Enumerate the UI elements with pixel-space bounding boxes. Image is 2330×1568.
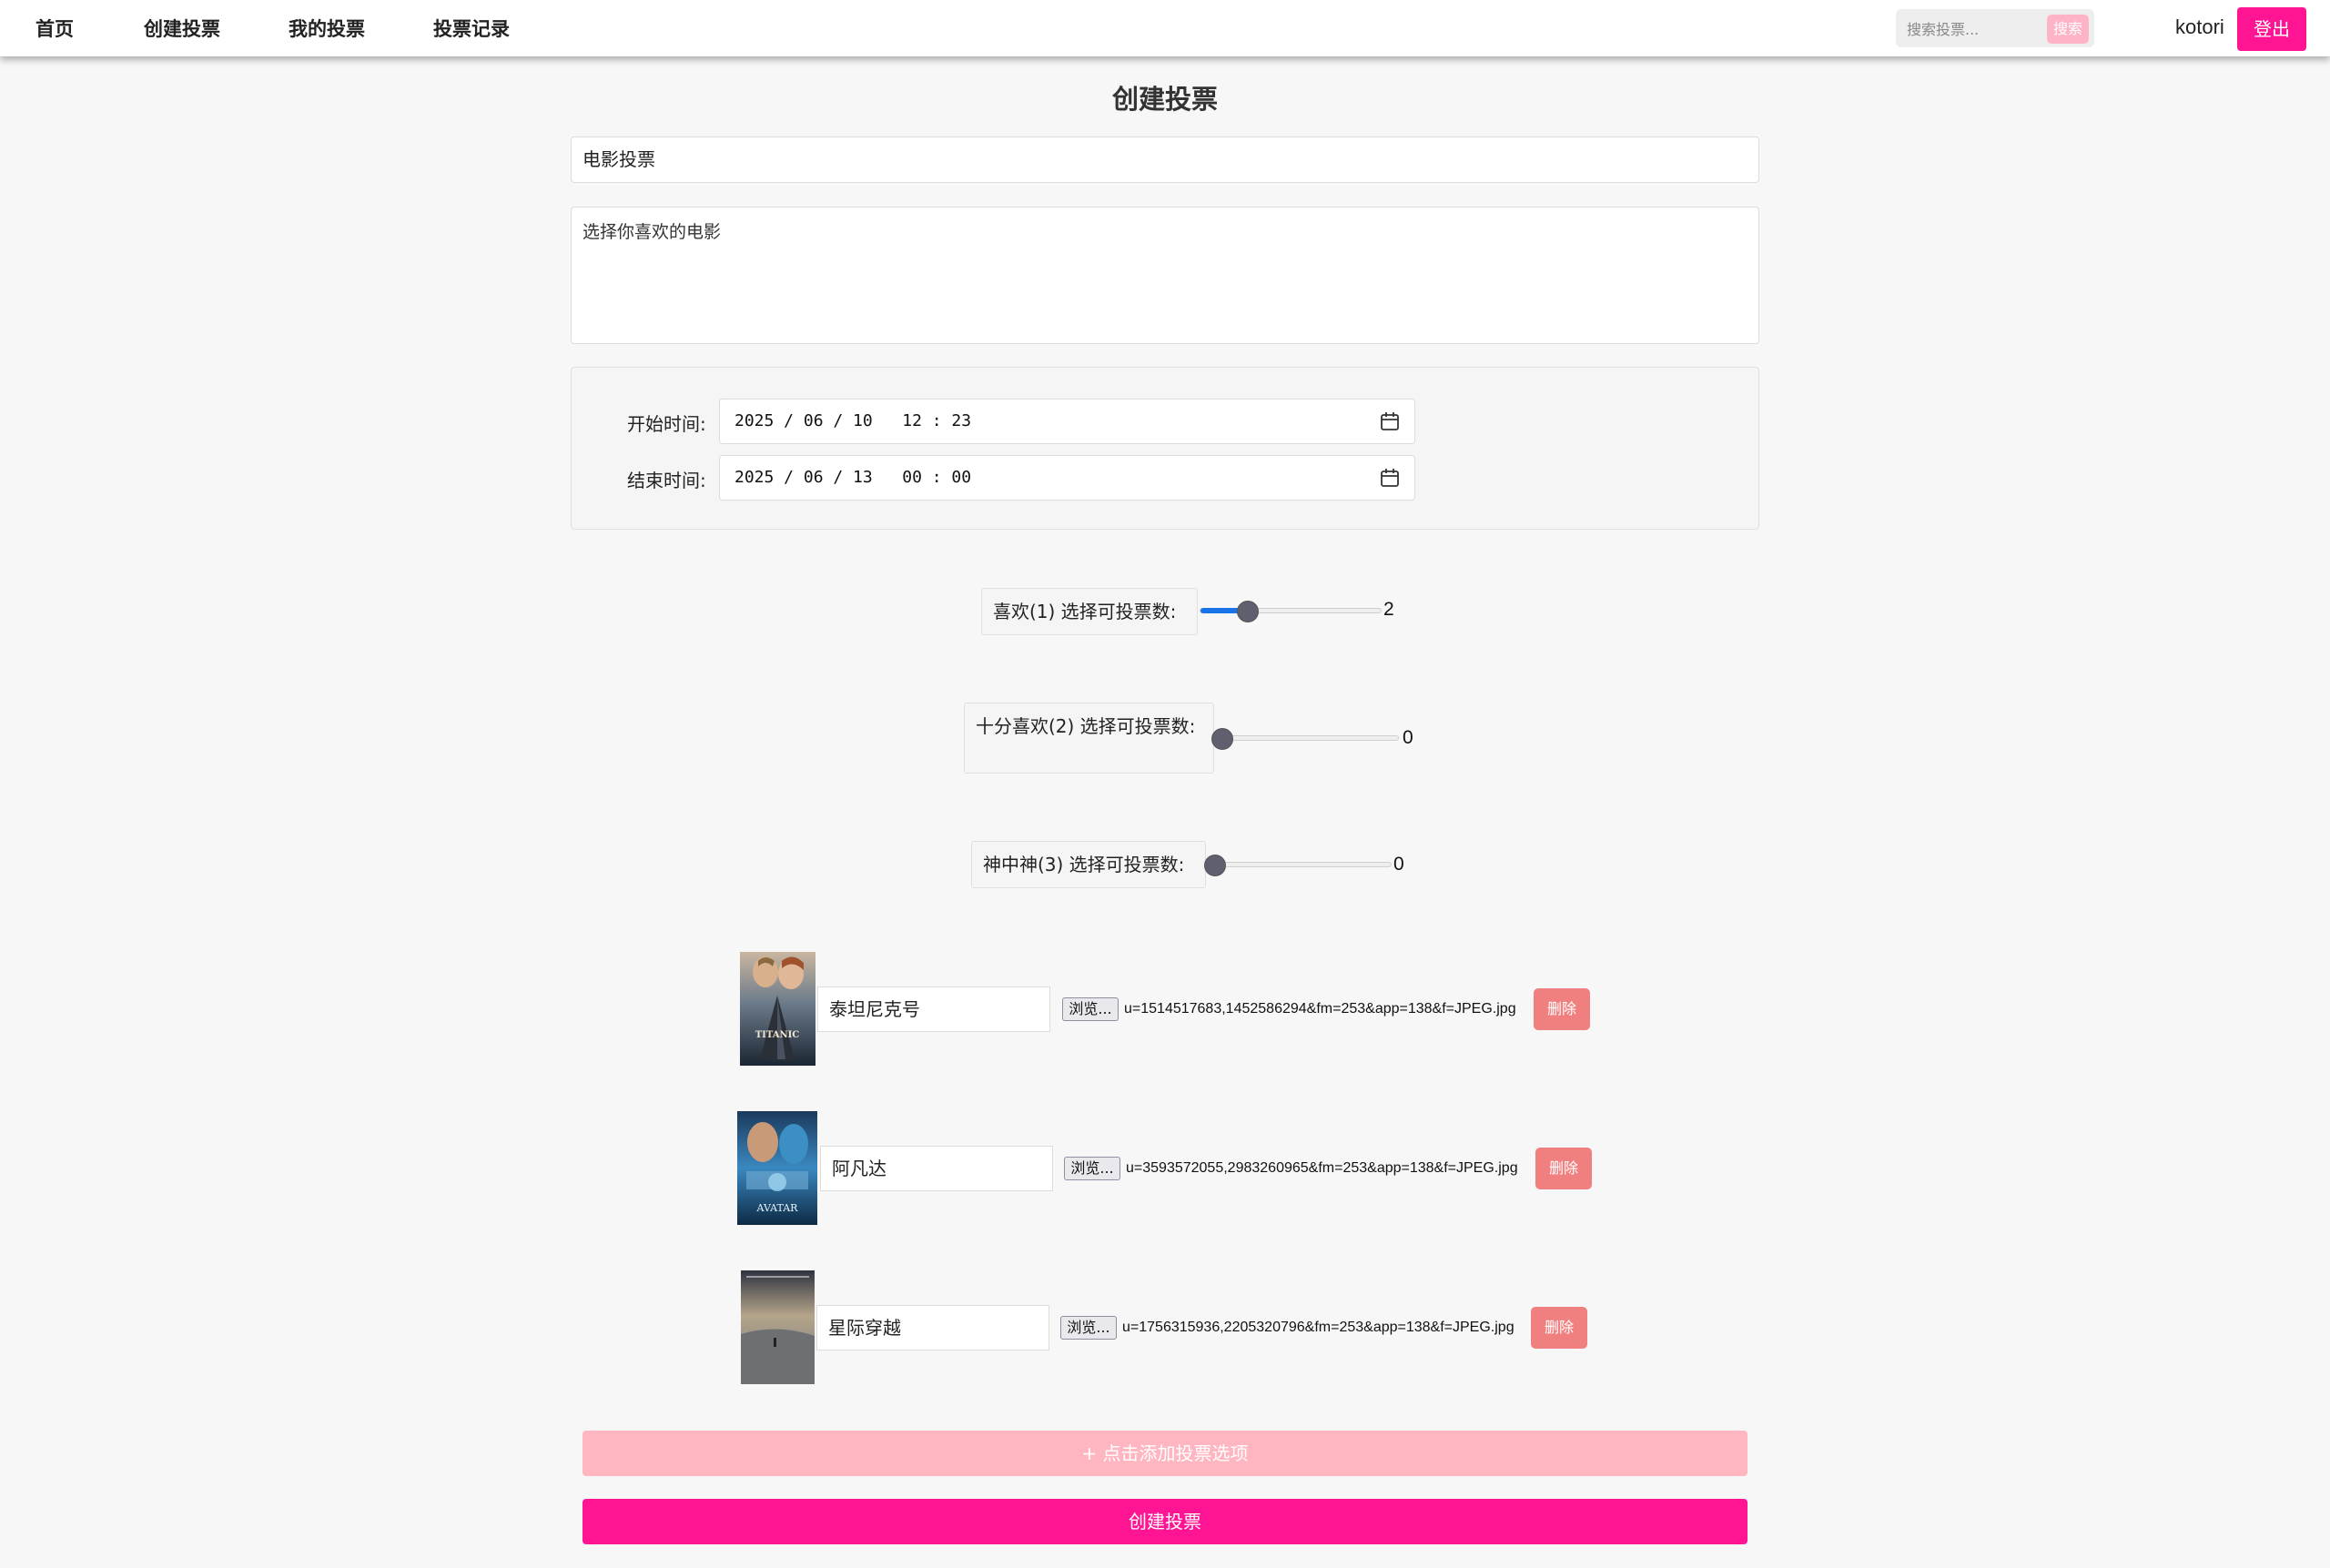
option-poster-titanic: TITANIC — [740, 952, 816, 1066]
poll-title-input[interactable]: 电影投票 — [571, 137, 1759, 183]
search-box: 搜索 — [1896, 9, 2094, 47]
file-name: u=1514517683,1452586294&fm=253&app=138&f… — [1124, 1001, 1516, 1017]
search-input[interactable] — [1905, 17, 2036, 41]
file-name: u=1756315936,2205320796&fm=253&app=138&f… — [1122, 1320, 1514, 1335]
calendar-icon[interactable] — [1380, 411, 1400, 431]
poll-description-input[interactable]: 选择你喜欢的电影 — [571, 207, 1759, 344]
option-poster-interstellar — [741, 1270, 815, 1384]
calendar-icon[interactable] — [1380, 468, 1400, 488]
start-time-value: 2025 / 06 / 10 12 : 23 — [734, 411, 972, 430]
delete-option-button[interactable]: 删除 — [1535, 1148, 1592, 1189]
slider-thumb-god[interactable] — [1204, 855, 1226, 876]
slider-track-god[interactable] — [1210, 862, 1392, 867]
slider-label-very-like: 十分喜欢(2) 选择可投票数: — [964, 703, 1214, 774]
browse-button[interactable]: 浏览... — [1062, 997, 1119, 1021]
slider-label-like: 喜欢(1) 选择可投票数: — [981, 588, 1198, 635]
add-option-button[interactable]: + 点击添加投票选项 — [582, 1431, 1748, 1476]
option-poster-avatar: AVATAR — [737, 1111, 817, 1225]
page-title: 创建投票 — [1111, 84, 1218, 115]
slider-track-like[interactable] — [1200, 608, 1382, 613]
search-button[interactable]: 搜索 — [2047, 15, 2089, 44]
username: kotori — [2175, 15, 2224, 38]
slider-thumb-very-like[interactable] — [1211, 728, 1233, 750]
delete-option-button[interactable]: 删除 — [1531, 1307, 1587, 1349]
delete-option-button[interactable]: 删除 — [1534, 988, 1590, 1030]
create-poll-button[interactable]: 创建投票 — [582, 1499, 1748, 1544]
slider-label-god: 神中神(3) 选择可投票数: — [971, 841, 1206, 888]
browse-button[interactable]: 浏览... — [1060, 1316, 1117, 1340]
start-time-label: 开始时间: — [627, 413, 706, 435]
option-name-input[interactable]: 阿凡达 — [820, 1146, 1053, 1191]
browse-button[interactable]: 浏览... — [1064, 1157, 1120, 1180]
option-name-input[interactable]: 泰坦尼克号 — [817, 986, 1050, 1032]
slider-value-like: 2 — [1383, 599, 1394, 620]
option-name-input[interactable]: 星际穿越 — [816, 1305, 1049, 1351]
start-time-input[interactable]: 2025 / 06 / 10 12 : 23 — [719, 399, 1415, 444]
nav-my-polls[interactable]: 我的投票 — [289, 15, 365, 42]
nav-create-poll[interactable]: 创建投票 — [144, 15, 220, 42]
nav-home[interactable]: 首页 — [35, 15, 74, 42]
end-time-value: 2025 / 06 / 13 00 : 00 — [734, 468, 972, 487]
time-panel: 开始时间: 2025 / 06 / 10 12 : 23 结束时间: 2025 … — [571, 367, 1759, 530]
slider-value-very-like: 0 — [1403, 727, 1413, 748]
end-time-input[interactable]: 2025 / 06 / 13 00 : 00 — [719, 455, 1415, 501]
end-time-label: 结束时间: — [627, 470, 706, 491]
file-name: u=3593572055,2983260965&fm=253&app=138&f… — [1126, 1160, 1518, 1176]
poster-title-text: AVATAR — [756, 1202, 799, 1214]
logout-button[interactable]: 登出 — [2237, 7, 2306, 51]
slider-thumb-like[interactable] — [1237, 601, 1259, 622]
top-navbar: 首页 创建投票 我的投票 投票记录 搜索 kotori 登出 — [0, 0, 2330, 56]
poster-title-text: TITANIC — [755, 1030, 800, 1040]
slider-value-god: 0 — [1393, 854, 1404, 875]
nav-vote-history[interactable]: 投票记录 — [433, 15, 510, 42]
slider-track-very-like[interactable] — [1217, 735, 1399, 741]
